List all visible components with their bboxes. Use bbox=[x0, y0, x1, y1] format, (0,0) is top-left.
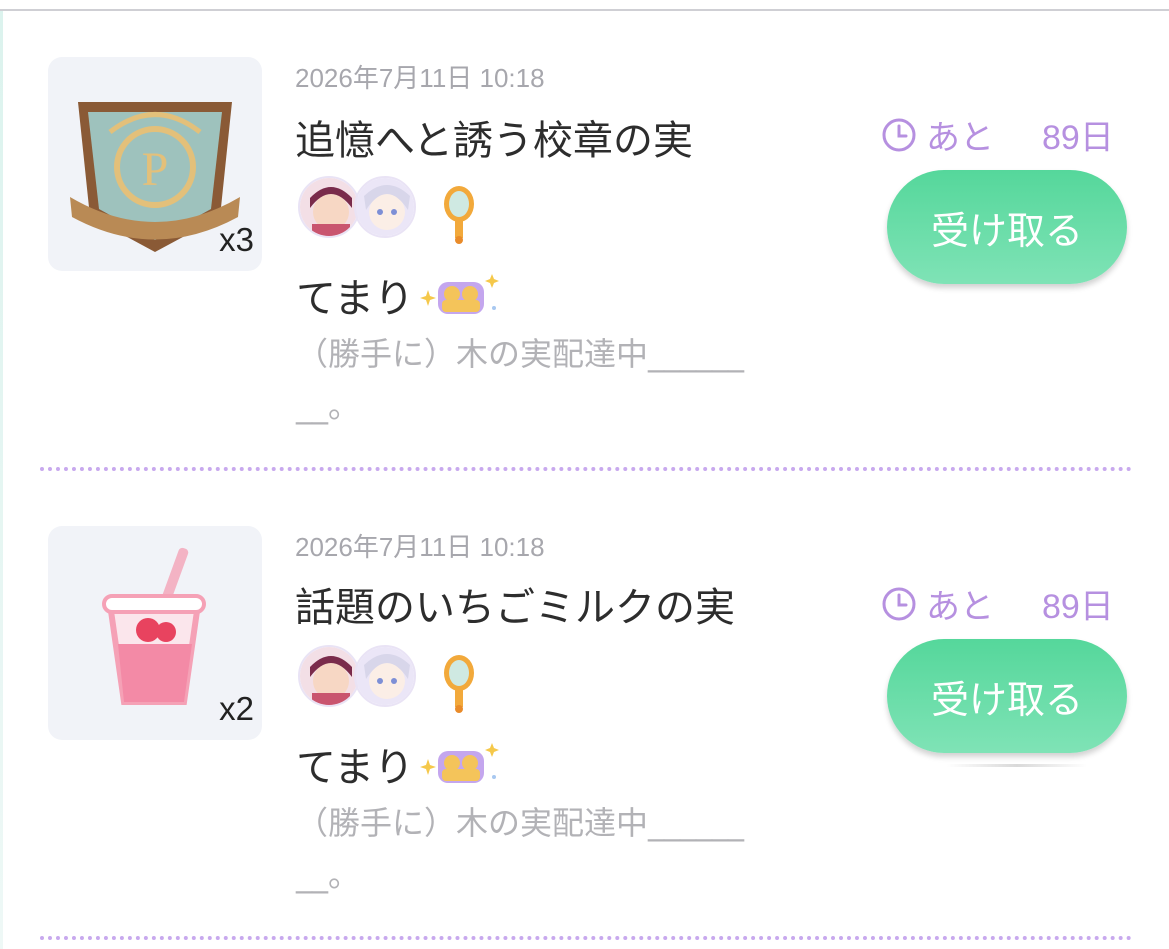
message-line: （勝手に）木の実配達中______ bbox=[296, 804, 745, 842]
svg-text:P: P bbox=[142, 143, 169, 196]
expiry-prefix: あと bbox=[926, 118, 994, 158]
sender-row: てまり bbox=[296, 735, 502, 793]
sender-name: てまり bbox=[296, 276, 414, 322]
avatar bbox=[298, 176, 360, 238]
item-divider bbox=[40, 936, 1132, 940]
gift-list-item: x2 2026年7月11日 10:18 話題のいちごミルクの実 てまり （勝手に… bbox=[0, 469, 1169, 937]
item-title: 話題のいちごミルクの実 bbox=[295, 585, 735, 631]
sender-avatars bbox=[298, 176, 518, 246]
received-date: 2026年7月11日 10:18 bbox=[295, 532, 545, 562]
sender-avatars bbox=[298, 645, 518, 715]
expiry-info: あと 89日 bbox=[880, 110, 1114, 159]
received-date: 2026年7月11日 10:18 bbox=[295, 63, 545, 93]
clock-icon bbox=[882, 118, 916, 151]
item-quantity: x3 bbox=[219, 221, 254, 258]
sender-row: てまり bbox=[296, 266, 502, 324]
message-line: （勝手に）木の実配達中______ bbox=[296, 335, 745, 373]
message-line: __。 bbox=[296, 387, 361, 425]
item-thumbnail: x2 bbox=[48, 526, 262, 740]
sparkle-couple-icon bbox=[420, 274, 499, 314]
item-quantity: x2 bbox=[219, 690, 254, 727]
clock-icon bbox=[882, 587, 916, 620]
avatar bbox=[298, 645, 360, 707]
message-line: __。 bbox=[296, 856, 361, 894]
gift-message: （勝手に）木の実配達中______ __。 bbox=[296, 797, 816, 901]
item-title: 追憶へと誘う校章の実 bbox=[295, 118, 693, 164]
receive-button[interactable]: 受け取る bbox=[887, 170, 1127, 284]
sparkle-couple-icon bbox=[420, 743, 499, 783]
sender-name: てまり bbox=[296, 745, 414, 791]
expiry-info: あと 89日 bbox=[880, 579, 1114, 628]
key-badge-icon bbox=[442, 653, 476, 717]
avatar bbox=[354, 176, 416, 238]
expiry-prefix: あと bbox=[926, 587, 994, 627]
key-badge-icon bbox=[442, 184, 476, 248]
avatar bbox=[354, 645, 416, 707]
item-thumbnail: P x3 bbox=[48, 57, 262, 271]
gift-list-item: P x3 2026年7月11日 10:18 追憶へと誘う校章の実 てまり （勝手… bbox=[0, 0, 1169, 468]
expiry-days: 89日 bbox=[1042, 119, 1114, 157]
receive-button[interactable]: 受け取る bbox=[887, 639, 1127, 753]
expiry-days: 89日 bbox=[1042, 588, 1114, 626]
gift-message: （勝手に）木の実配達中______ __。 bbox=[296, 328, 816, 432]
button-shadow-line bbox=[947, 764, 1087, 767]
